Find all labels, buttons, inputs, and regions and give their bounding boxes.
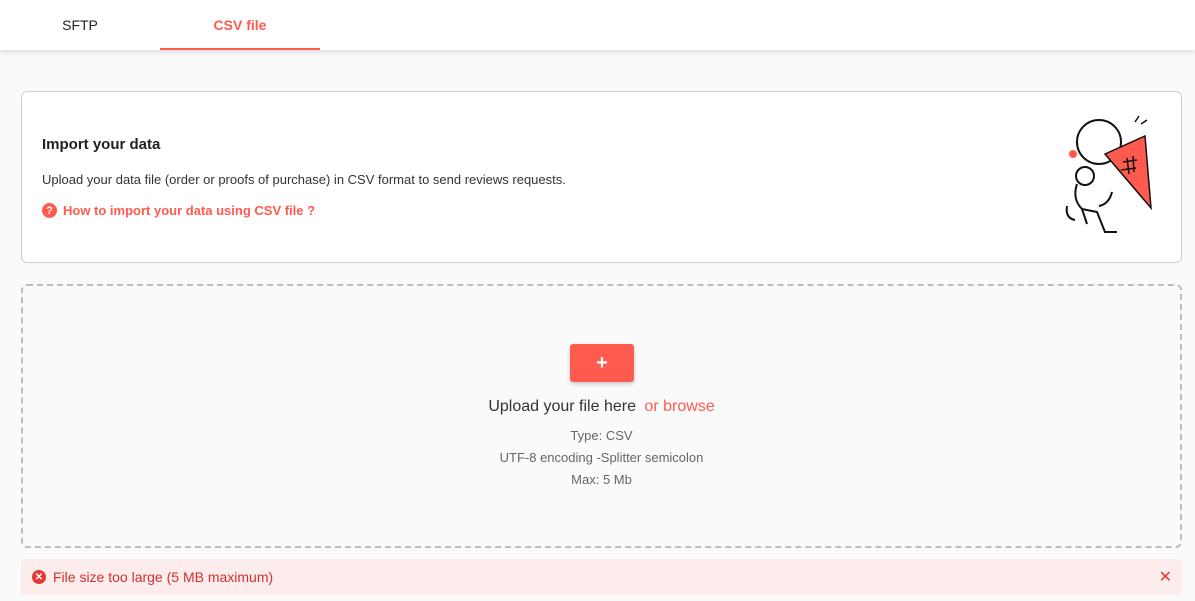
- tab-bar: SFTP CSV file: [0, 0, 1195, 50]
- help-link[interactable]: ? How to import your data using CSV file…: [42, 203, 315, 218]
- browse-link[interactable]: or browse: [644, 398, 714, 415]
- file-type-info: Type: CSV: [570, 428, 633, 443]
- ice-cream-illustration: [1065, 115, 1152, 233]
- file-dropzone[interactable]: + Upload your file here or browse Type: …: [21, 284, 1182, 548]
- close-icon[interactable]: ✕: [1159, 567, 1172, 587]
- encoding-info: UTF-8 encoding -Splitter semicolon: [499, 450, 704, 465]
- error-message: File size too large (5 MB maximum): [53, 569, 274, 585]
- tab-sftp[interactable]: SFTP: [0, 0, 160, 50]
- upload-instruction: Upload your file here or browse: [23, 398, 1180, 416]
- help-link-label: How to import your data using CSV file ?: [63, 203, 316, 218]
- error-icon: ✕: [32, 570, 46, 584]
- error-alert: ✕ File size too large (5 MB maximum) ✕: [21, 559, 1182, 595]
- add-file-button[interactable]: +: [570, 344, 634, 382]
- question-icon: ?: [42, 203, 57, 218]
- upload-text: Upload your file here: [488, 398, 636, 415]
- max-size-info: Max: 5 Mb: [571, 472, 632, 487]
- import-title: Import your data: [42, 136, 161, 153]
- import-info-card: Import your data Upload your data file (…: [21, 91, 1182, 263]
- tab-csv-file[interactable]: CSV file: [160, 0, 320, 50]
- import-description: Upload your data file (order or proofs o…: [42, 172, 566, 187]
